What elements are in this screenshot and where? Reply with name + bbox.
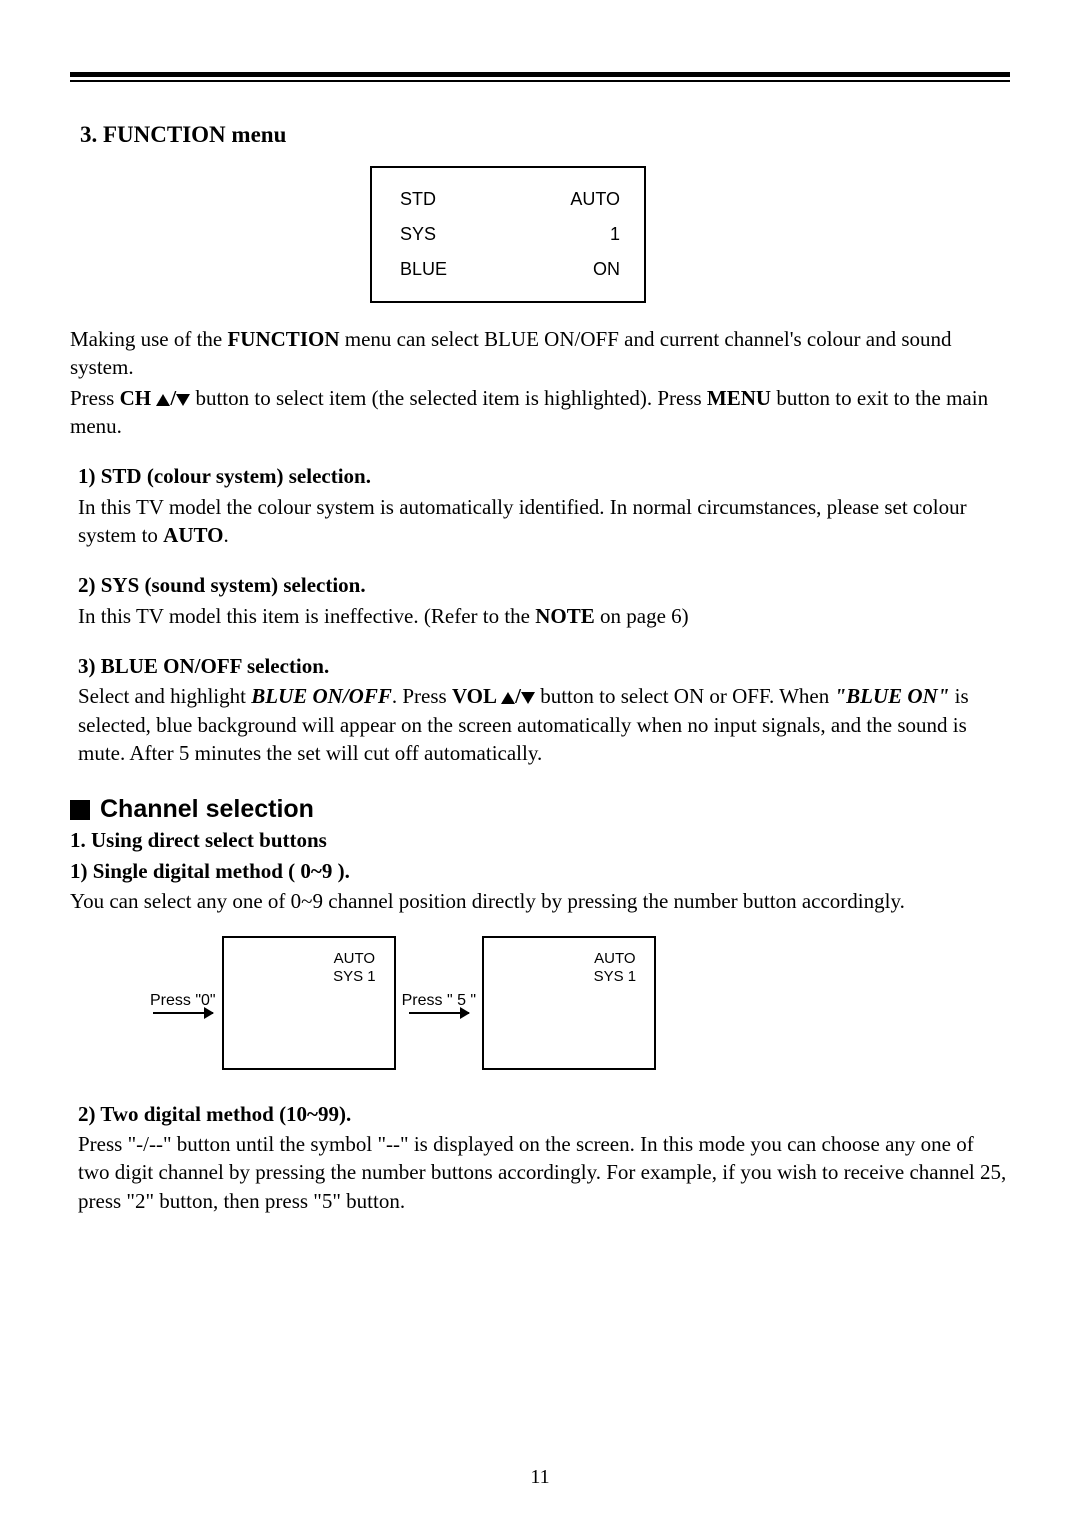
- text-bold: MENU: [707, 386, 771, 410]
- text-bold: AUTO: [163, 523, 223, 547]
- sub-title: 3) BLUE ON/OFF selection.: [78, 652, 1010, 680]
- menu-row: STD AUTO: [400, 182, 620, 217]
- menu-value: AUTO: [570, 189, 620, 210]
- sub-body: In this TV model this item is ineffectiv…: [78, 602, 1010, 630]
- arrow-right-icon: [409, 1012, 469, 1014]
- text: Press: [70, 386, 120, 410]
- subsection-sys: 2) SYS (sound system) selection. In this…: [78, 571, 1010, 630]
- sub-heading: 1. Using direct select buttons: [70, 826, 1010, 854]
- text: button to select ON or OFF. When: [535, 684, 835, 708]
- body-text: Press "-/--" button until the symbol "--…: [78, 1130, 1010, 1215]
- sub-body: Select and highlight BLUE ON/OFF. Press …: [78, 682, 1010, 767]
- menu-row: BLUE ON: [400, 252, 620, 287]
- text: . Press: [392, 684, 452, 708]
- text-bold-italic: "BLUE ON": [834, 684, 949, 708]
- section-title: Channel selection: [100, 795, 314, 824]
- sub-body: In this TV model the colour system is au…: [78, 493, 1010, 550]
- manual-page: 3. FUNCTION menu STD AUTO SYS 1 BLUE ON …: [0, 0, 1080, 1527]
- top-rule: [70, 72, 1010, 82]
- menu-label: STD: [400, 189, 436, 210]
- tv-screen-text: AUTO SYS 1: [594, 950, 637, 986]
- arrow-right-icon: [153, 1012, 213, 1014]
- text-bold: VOL: [452, 684, 501, 708]
- subsection-std: 1) STD (colour system) selection. In thi…: [78, 462, 1010, 549]
- text: SYS 1: [333, 968, 376, 986]
- text: .: [223, 523, 228, 547]
- text: Making use of the: [70, 327, 227, 351]
- sub-heading: 2) Two digital method (10~99).: [78, 1100, 1010, 1128]
- section-heading: 3. FUNCTION menu: [80, 122, 1010, 148]
- text-bold: CH: [120, 386, 157, 410]
- tv-screen-text: AUTO SYS 1: [333, 950, 376, 986]
- text: on page 6): [595, 604, 689, 628]
- menu-value: 1: [610, 224, 620, 245]
- text: button to select item (the selected item…: [190, 386, 707, 410]
- body-text: You can select any one of 0~9 channel po…: [70, 887, 1010, 915]
- tv-screen-box: AUTO SYS 1: [222, 936, 396, 1070]
- subsection-blue: 3) BLUE ON/OFF selection. Select and hig…: [78, 652, 1010, 767]
- menu-label: BLUE: [400, 259, 447, 280]
- text-bold: NOTE: [535, 604, 595, 628]
- triangle-up-icon: [501, 692, 515, 704]
- triangle-down-icon: [521, 692, 535, 704]
- press-step: Press "0": [150, 992, 216, 1014]
- text: SYS 1: [594, 968, 637, 986]
- square-bullet-icon: [70, 800, 90, 820]
- single-digit-diagram: Press "0" AUTO SYS 1 Press " 5 " AUTO SY…: [150, 936, 1010, 1070]
- menu-label: SYS: [400, 224, 436, 245]
- text-bold-italic: BLUE ON/OFF: [251, 684, 392, 708]
- sub-title: 1) STD (colour system) selection.: [78, 462, 1010, 490]
- intro-para-2: Press CH / button to select item (the se…: [70, 384, 1010, 441]
- text: AUTO: [594, 950, 637, 968]
- menu-value: ON: [593, 259, 620, 280]
- channel-selection-heading: Channel selection: [70, 795, 1010, 824]
- tv-screen-box: AUTO SYS 1: [482, 936, 656, 1070]
- text-bold: FUNCTION: [227, 327, 339, 351]
- function-menu-box: STD AUTO SYS 1 BLUE ON: [370, 166, 646, 303]
- intro-para-1: Making use of the FUNCTION menu can sele…: [70, 325, 1010, 382]
- text: AUTO: [333, 950, 376, 968]
- text: In this TV model this item is ineffectiv…: [78, 604, 535, 628]
- sub-title: 2) SYS (sound system) selection.: [78, 571, 1010, 599]
- triangle-down-icon: [176, 394, 190, 406]
- page-number: 11: [0, 1466, 1080, 1489]
- menu-row: SYS 1: [400, 217, 620, 252]
- text: Select and highlight: [78, 684, 251, 708]
- sub-heading: 1) Single digital method ( 0~9 ).: [70, 857, 1010, 885]
- press-step: Press " 5 ": [402, 992, 477, 1014]
- triangle-up-icon: [156, 394, 170, 406]
